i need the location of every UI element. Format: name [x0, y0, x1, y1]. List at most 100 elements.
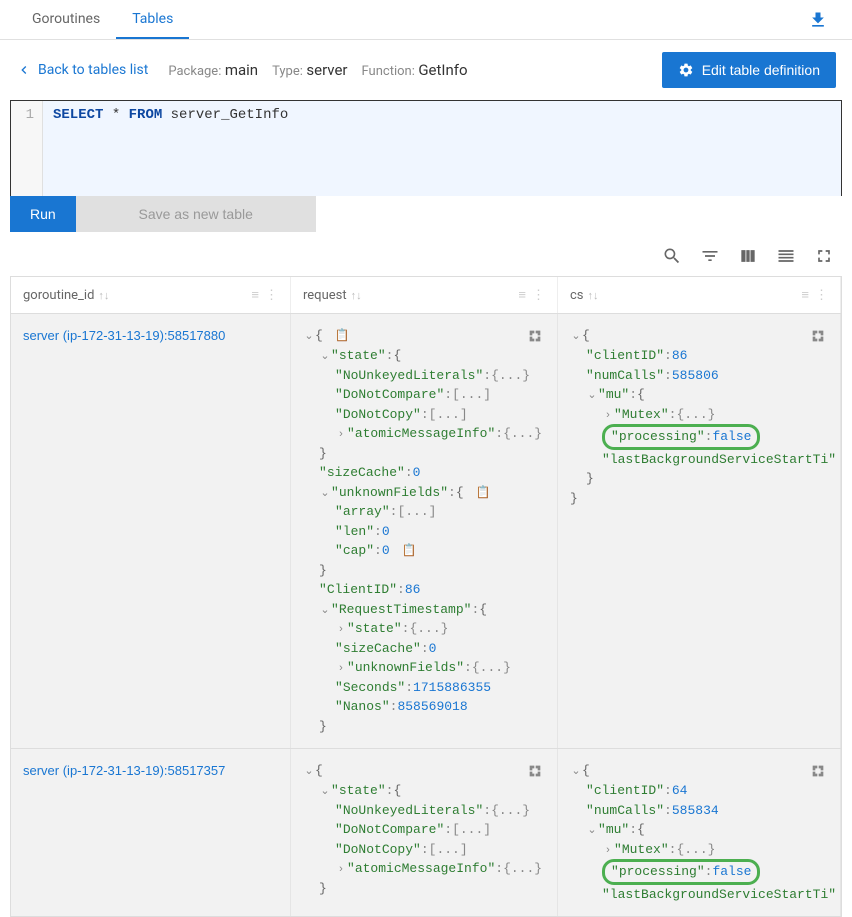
function-label: Function: — [362, 64, 415, 79]
cell-request: ⌄{ 📋 ⌄state:{ NoUnkeyedLiterals:{...} Do… — [291, 314, 558, 748]
json-value: 0 — [382, 524, 390, 539]
column-menu-icon[interactable]: ⋮ — [532, 288, 545, 303]
package-value: main — [225, 61, 258, 79]
collapse-icon[interactable]: ⌄ — [319, 485, 331, 502]
results-table: goroutine_id↑↓ ≡⋮ request↑↓ ≡⋮ cs↑↓ ≡⋮ s… — [10, 276, 842, 917]
meta-group: Package: main Type: server Function: Get… — [168, 61, 467, 79]
edit-button-label: Edit table definition — [702, 62, 820, 78]
sql-table-name: server_GetInfo — [171, 107, 289, 123]
collapse-icon[interactable]: ⌄ — [570, 328, 582, 345]
drag-handle-icon[interactable]: ≡ — [518, 287, 526, 303]
collapse-icon[interactable]: ⌄ — [570, 763, 582, 780]
edit-table-button[interactable]: Edit table definition — [662, 52, 836, 88]
json-value[interactable]: {...} — [491, 368, 530, 383]
json-value: 858569018 — [397, 699, 467, 714]
goroutine-link[interactable]: server (ip-172-31-13-19):58517357 — [23, 763, 225, 778]
back-to-tables-link[interactable]: Back to tables list — [16, 62, 148, 78]
sort-icon[interactable]: ↑↓ — [351, 289, 362, 302]
run-button[interactable]: Run — [10, 196, 76, 232]
json-value[interactable]: {...} — [676, 407, 715, 422]
results-toolbar — [0, 232, 852, 276]
collapse-icon[interactable]: ⌄ — [586, 822, 598, 839]
json-value: 86 — [672, 348, 688, 363]
json-value[interactable]: {...} — [503, 861, 542, 876]
collapse-icon[interactable]: ⌄ — [319, 348, 331, 365]
tab-goroutines[interactable]: Goroutines — [16, 1, 116, 39]
json-value: false — [712, 429, 751, 444]
column-header-cs[interactable]: cs↑↓ ≡⋮ — [558, 277, 841, 313]
json-value[interactable]: [...] — [452, 822, 491, 837]
expand-cell-icon[interactable] — [525, 326, 545, 346]
sort-icon[interactable]: ↑↓ — [98, 289, 109, 302]
collapse-icon[interactable]: ⌄ — [319, 602, 331, 619]
expand-icon[interactable]: › — [602, 842, 614, 859]
fullscreen-icon[interactable] — [814, 246, 834, 266]
table-row: server (ip-172-31-13-19):58517880 ⌄{ 📋 ⌄… — [11, 313, 841, 748]
cell-cs: ⌄{ clientID:64 numCalls:585834 ⌄mu:{ ›Mu… — [558, 749, 841, 916]
expand-cell-icon[interactable] — [525, 761, 545, 781]
gear-icon — [678, 62, 694, 78]
json-value[interactable]: {...} — [409, 621, 448, 636]
expand-icon[interactable]: › — [335, 861, 347, 878]
collapse-icon[interactable]: ⌄ — [586, 387, 598, 404]
tabs-bar: Goroutines Tables — [0, 0, 852, 40]
package-label: Package: — [168, 64, 221, 79]
download-icon[interactable] — [800, 2, 836, 38]
column-menu-icon[interactable]: ⋮ — [265, 288, 278, 303]
code-area[interactable]: SELECT * FROM server_GetInfo — [43, 101, 841, 196]
collapse-icon[interactable]: ⌄ — [303, 763, 315, 780]
highlighted-field: processing:false — [602, 424, 760, 450]
expand-cell-icon[interactable] — [808, 761, 828, 781]
expand-icon[interactable]: › — [335, 621, 347, 638]
type-value: server — [306, 61, 347, 79]
function-value: GetInfo — [418, 61, 467, 79]
columns-icon[interactable] — [738, 246, 758, 266]
expand-icon[interactable]: › — [335, 660, 347, 677]
run-bar: Run Save as new table — [10, 196, 842, 232]
back-link-label: Back to tables list — [38, 62, 148, 78]
rows-icon[interactable] — [776, 246, 796, 266]
expand-cell-icon[interactable] — [808, 326, 828, 346]
json-value[interactable]: {...} — [472, 660, 511, 675]
cell-goroutine-id: server (ip-172-31-13-19):58517880 — [11, 314, 291, 748]
json-value[interactable]: {...} — [503, 426, 542, 441]
cell-goroutine-id: server (ip-172-31-13-19):58517357 — [11, 749, 291, 916]
column-header-goroutine-id[interactable]: goroutine_id ↑↓ ≡ ⋮ — [11, 277, 291, 313]
json-value: 0 — [413, 465, 421, 480]
type-label: Type: — [272, 64, 303, 79]
json-value[interactable]: {...} — [491, 803, 530, 818]
filter-icon[interactable] — [700, 246, 720, 266]
copy-icon[interactable]: 📋 — [401, 544, 416, 558]
sort-icon[interactable]: ↑↓ — [588, 289, 599, 302]
json-value[interactable]: [...] — [429, 842, 468, 857]
copy-icon[interactable]: 📋 — [475, 486, 490, 500]
json-value[interactable]: [...] — [452, 387, 491, 402]
collapse-icon[interactable]: ⌄ — [319, 783, 331, 800]
copy-icon[interactable]: 📋 — [335, 329, 350, 343]
chevron-left-icon — [16, 62, 32, 78]
column-label: goroutine_id — [23, 288, 94, 303]
expand-icon[interactable]: › — [335, 426, 347, 443]
save-as-new-table-button[interactable]: Save as new table — [76, 196, 316, 232]
search-icon[interactable] — [662, 246, 682, 266]
drag-handle-icon[interactable]: ≡ — [801, 287, 809, 303]
json-value: 1715886355 — [413, 680, 491, 695]
cell-request: ⌄{ ⌄state:{ NoUnkeyedLiterals:{...} DoNo… — [291, 749, 558, 916]
sql-keyword: FROM — [129, 107, 163, 123]
column-header-request[interactable]: request↑↓ ≡⋮ — [291, 277, 558, 313]
collapse-icon[interactable]: ⌄ — [303, 328, 315, 345]
cell-cs: ⌄{ clientID:86 numCalls:585806 ⌄mu:{ ›Mu… — [558, 314, 841, 748]
column-menu-icon[interactable]: ⋮ — [815, 288, 828, 303]
json-value: 64 — [672, 783, 688, 798]
drag-handle-icon[interactable]: ≡ — [251, 287, 259, 303]
json-value[interactable]: [...] — [429, 407, 468, 422]
tab-tables[interactable]: Tables — [116, 1, 189, 39]
json-value: 0 — [382, 543, 390, 558]
header-bar: Back to tables list Package: main Type: … — [0, 40, 852, 100]
json-value[interactable]: [...] — [397, 504, 436, 519]
goroutine-link[interactable]: server (ip-172-31-13-19):58517880 — [23, 328, 225, 343]
expand-icon[interactable]: › — [602, 407, 614, 424]
json-value[interactable]: {...} — [676, 842, 715, 857]
sql-editor[interactable]: 1 SELECT * FROM server_GetInfo — [10, 100, 842, 196]
json-value: 0 — [429, 641, 437, 656]
